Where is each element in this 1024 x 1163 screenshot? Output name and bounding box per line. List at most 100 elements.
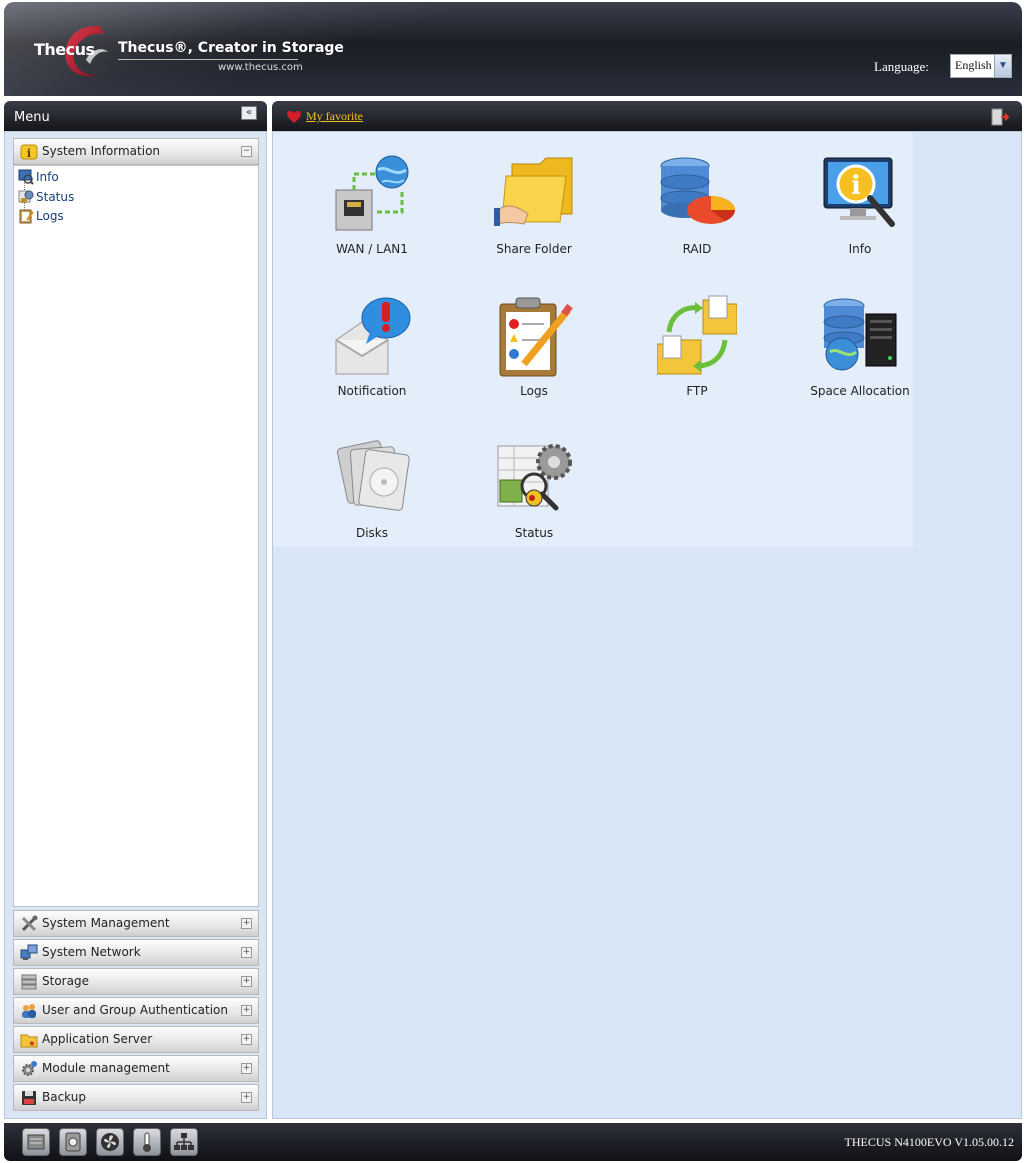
tree-item-status[interactable]: Status	[18, 190, 75, 204]
app-share-folder[interactable]: Share Folder	[469, 144, 599, 256]
section-label: Storage	[42, 974, 89, 988]
expand-section-icon[interactable]: +	[241, 1005, 252, 1016]
section-storage[interactable]: Storage +	[13, 968, 259, 995]
app-label: Logs	[520, 384, 548, 398]
disk-info-button[interactable]	[59, 1128, 87, 1156]
thermometer-icon	[143, 1132, 151, 1152]
section-system-network[interactable]: System Network +	[13, 939, 259, 966]
tree-item-label: Status	[36, 190, 75, 204]
fan-icon	[101, 1133, 119, 1151]
section-module-management[interactable]: Module management +	[13, 1055, 259, 1082]
tagline-rule	[118, 59, 298, 60]
app-label: WAN / LAN1	[336, 242, 408, 256]
app-space-allocation[interactable]: Space Allocation	[795, 286, 925, 398]
app-label: Share Folder	[496, 242, 572, 256]
collapse-menu-icon[interactable]: «	[241, 106, 257, 120]
app-label: RAID	[682, 242, 712, 256]
clipboard-icon	[19, 209, 34, 224]
gear-icon	[22, 1061, 37, 1076]
app-notification[interactable]: Notification	[307, 286, 437, 398]
app-header: Thecus Thecus®, Creator in Storage www.t…	[4, 2, 1022, 96]
floppy-icon	[22, 1091, 36, 1105]
section-user-group-auth[interactable]: User and Group Authentication +	[13, 997, 259, 1024]
language-value: English	[955, 58, 992, 72]
info-monitor-icon	[18, 169, 34, 185]
tools-icon	[21, 915, 38, 932]
my-favorite-link[interactable]: My favorite	[306, 109, 363, 124]
firmware-version: THECUS N4100EVO V1.05.00.12	[844, 1135, 1014, 1149]
menu-tree: Info Status Logs	[13, 165, 259, 907]
network-status-button[interactable]	[170, 1128, 198, 1156]
tree-item-logs[interactable]: Logs	[19, 209, 64, 224]
info-badge-icon: i	[20, 144, 38, 160]
tree-item-info[interactable]: Info	[18, 169, 59, 185]
disks-icon	[336, 440, 410, 511]
notification-icon	[335, 297, 411, 375]
expand-section-icon[interactable]: +	[241, 947, 252, 958]
hdd-icon	[27, 1134, 45, 1150]
fan-status-button[interactable]	[96, 1128, 124, 1156]
svg-text:i: i	[27, 147, 31, 160]
ftp-icon	[657, 295, 737, 375]
menu-bar: Menu «	[4, 101, 267, 131]
disk-icon	[65, 1132, 81, 1152]
website-url: www.thecus.com	[218, 62, 303, 73]
tree-item-label: Info	[36, 170, 59, 184]
section-label: User and Group Authentication	[42, 1003, 228, 1017]
section-label: Application Server	[42, 1032, 153, 1046]
section-backup[interactable]: Backup +	[13, 1084, 259, 1111]
app-disks[interactable]: Disks	[307, 428, 437, 540]
app-label: FTP	[686, 384, 708, 398]
app-label: Info	[848, 242, 872, 256]
status-bar: THECUS N4100EVO V1.05.00.12	[4, 1123, 1022, 1161]
svg-text:★: ★	[28, 1039, 35, 1048]
heart-icon	[287, 110, 301, 123]
network-tree-icon	[174, 1133, 194, 1150]
section-application-server[interactable]: ★ Application Server +	[13, 1026, 259, 1053]
app-logs[interactable]: Logs	[469, 286, 599, 398]
section-system-management[interactable]: System Management +	[13, 910, 259, 937]
logout-icon[interactable]	[990, 107, 1010, 127]
svg-text:i: i	[851, 171, 861, 201]
menu-title: Menu	[14, 110, 50, 125]
language-label: Language:	[874, 59, 929, 74]
logo-text: Thecus	[34, 40, 95, 59]
section-label: System Information	[42, 144, 161, 158]
status-icon	[497, 444, 572, 511]
expand-section-icon[interactable]: +	[241, 1092, 252, 1103]
tagline: Thecus®, Creator in Storage	[118, 40, 344, 56]
app-label: Disks	[355, 526, 389, 540]
folder-icon	[494, 157, 573, 226]
app-status[interactable]: Status	[469, 428, 599, 540]
temperature-status-button[interactable]	[133, 1128, 161, 1156]
language-select[interactable]: English ▼	[950, 54, 1012, 78]
section-label: System Management	[42, 916, 170, 930]
app-label: Notification	[337, 384, 407, 398]
collapse-section-icon[interactable]: −	[241, 146, 252, 157]
app-label: Status	[514, 526, 554, 540]
network-icon	[20, 944, 38, 960]
server-icon	[823, 298, 897, 371]
section-system-information[interactable]: i System Information −	[13, 138, 259, 165]
expand-section-icon[interactable]: +	[241, 918, 252, 929]
section-label: Backup	[42, 1090, 86, 1104]
app-raid[interactable]: RAID	[632, 144, 762, 256]
section-label: Module management	[42, 1061, 170, 1075]
info-monitor-icon: i	[823, 157, 895, 227]
favorites-bar: My favorite	[272, 101, 1022, 131]
disk-status-button[interactable]	[22, 1128, 50, 1156]
users-icon	[22, 1004, 36, 1018]
chevron-down-icon[interactable]: ▼	[994, 55, 1011, 77]
expand-section-icon[interactable]: +	[241, 1034, 252, 1045]
network-icon	[335, 155, 409, 231]
status-icon	[18, 190, 34, 203]
folder-star-icon: ★	[20, 1034, 38, 1048]
expand-section-icon[interactable]: +	[241, 976, 252, 987]
storage-icon	[21, 974, 37, 990]
tree-item-label: Logs	[36, 209, 64, 223]
section-label: System Network	[42, 945, 141, 959]
expand-section-icon[interactable]: +	[241, 1063, 252, 1074]
app-ftp[interactable]: FTP	[632, 286, 762, 398]
app-wan-lan1[interactable]: WAN / LAN1	[307, 144, 437, 256]
app-info[interactable]: i Info	[795, 144, 925, 256]
